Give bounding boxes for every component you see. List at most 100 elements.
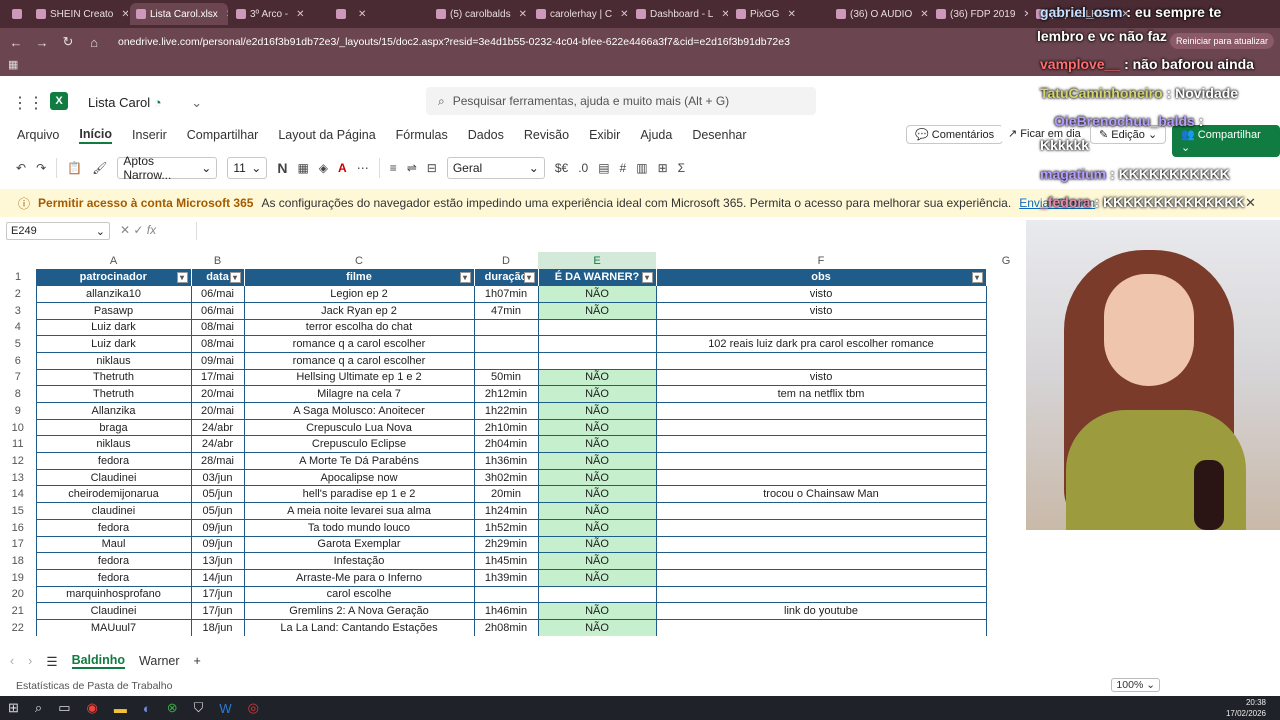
currency-icon[interactable]: $€: [555, 161, 568, 175]
wrap-text-icon[interactable]: ⇌: [407, 161, 417, 175]
table-cell[interactable]: NÃO: [538, 385, 657, 403]
empty-cell[interactable]: [986, 302, 1026, 319]
comments-button[interactable]: 💬 Comentários: [906, 125, 1004, 144]
empty-cell[interactable]: [986, 519, 1026, 536]
table-cell[interactable]: visto: [656, 302, 987, 320]
table-cell[interactable]: Claudinei: [35, 469, 192, 487]
empty-cell[interactable]: [986, 403, 1026, 420]
table-cell[interactable]: Garota Exemplar: [244, 536, 475, 554]
font-size-select[interactable]: 11 ⌄: [227, 157, 268, 179]
table-cell[interactable]: [656, 469, 987, 487]
table-cell[interactable]: [656, 319, 987, 337]
workbook-stats[interactable]: Estatísticas de Pasta de Trabalho: [16, 680, 172, 692]
table-cell[interactable]: fedora: [35, 569, 192, 587]
conditional-format-icon[interactable]: ▤: [598, 161, 609, 175]
share-button[interactable]: 👥 Compartilhar ⌄: [1172, 125, 1280, 157]
table-cell[interactable]: NÃO: [538, 536, 657, 554]
table-cell[interactable]: 2h08min: [474, 619, 539, 636]
empty-cell[interactable]: [986, 503, 1026, 520]
row-number[interactable]: 20: [0, 586, 36, 603]
filter-dropdown-icon[interactable]: ▾: [176, 272, 188, 283]
table-cell[interactable]: NÃO: [538, 435, 657, 454]
browser-tab[interactable]: carolerhay | C ✕: [530, 3, 628, 25]
bold-icon[interactable]: N: [277, 160, 287, 176]
close-tab-icon[interactable]: ✕: [787, 9, 795, 20]
filter-dropdown-icon[interactable]: ▾: [229, 272, 241, 283]
row-number[interactable]: 11: [0, 435, 36, 453]
prev-sheet-icon[interactable]: ‹: [10, 654, 14, 668]
browser-tab[interactable]: (5) carolbalds ✕: [430, 3, 528, 25]
row-number[interactable]: 14: [0, 485, 36, 503]
browser-tab[interactable]: SHEIN Creato ✕: [30, 3, 128, 25]
empty-cell[interactable]: [986, 286, 1026, 303]
ribbon-tab[interactable]: Ajuda: [640, 128, 672, 142]
apps-grid-icon[interactable]: ▦: [8, 58, 18, 71]
chevron-down-icon[interactable]: ⌄: [191, 95, 202, 110]
table-cell[interactable]: 1h24min: [474, 502, 539, 520]
table-cell[interactable]: claudinei: [35, 502, 192, 520]
close-tab-icon[interactable]: ✕: [226, 9, 228, 20]
row-number[interactable]: 3: [0, 302, 36, 320]
empty-cell[interactable]: [986, 369, 1026, 386]
table-cell[interactable]: 2h29min: [474, 536, 539, 554]
table-cell[interactable]: allanzika10: [35, 285, 192, 303]
column-header[interactable]: C: [244, 252, 474, 269]
empty-cell[interactable]: [986, 386, 1026, 403]
table-cell[interactable]: Maul: [35, 536, 192, 554]
empty-cell[interactable]: [986, 319, 1026, 336]
table-cell[interactable]: [656, 419, 987, 437]
table-cell[interactable]: 13/jun: [191, 552, 245, 570]
table-cell[interactable]: MAUuul7: [35, 619, 192, 636]
home-icon[interactable]: ⌂: [86, 35, 102, 50]
table-cell[interactable]: carol escolhe: [244, 586, 475, 604]
word-icon[interactable]: W: [219, 701, 231, 716]
table-cell[interactable]: 05/jun: [191, 485, 245, 504]
ribbon-tab[interactable]: Arquivo: [17, 128, 59, 142]
table-cell[interactable]: A meia noite levarei sua alma: [244, 502, 475, 520]
table-cell[interactable]: NÃO: [538, 369, 657, 387]
table-cell[interactable]: NÃO: [538, 469, 657, 487]
sum-icon[interactable]: Σ: [678, 161, 685, 175]
table-cell[interactable]: Crepusculo Eclipse: [244, 435, 475, 454]
table-cell[interactable]: [474, 352, 539, 370]
table-cell[interactable]: Crepusculo Lua Nova: [244, 419, 475, 437]
browser-tab[interactable]: Dashboard - L ✕: [630, 3, 728, 25]
row-number[interactable]: 17: [0, 536, 36, 553]
empty-cell[interactable]: [986, 436, 1026, 453]
table-cell[interactable]: Luiz dark: [35, 335, 192, 353]
row-number[interactable]: 13: [0, 469, 36, 486]
table-cell[interactable]: 20min: [474, 485, 539, 504]
table-cell[interactable]: niklaus: [35, 435, 192, 454]
table-cell[interactable]: [656, 452, 987, 470]
table-cell[interactable]: Legion ep 2: [244, 285, 475, 303]
table-cell[interactable]: fedora: [35, 452, 192, 470]
table-cell[interactable]: 06/mai: [191, 285, 245, 303]
table-cell[interactable]: 1h45min: [474, 552, 539, 570]
merge-icon[interactable]: ⊟: [427, 161, 437, 175]
table-cell[interactable]: Thetruth: [35, 385, 192, 403]
table-cell[interactable]: 17/mai: [191, 369, 245, 387]
column-header[interactable]: F: [656, 252, 986, 269]
chrome-icon[interactable]: ◉: [86, 700, 97, 716]
table-cell[interactable]: 20/mai: [191, 402, 245, 420]
ribbon-tab[interactable]: Fórmulas: [396, 128, 448, 142]
table-cell[interactable]: 18/jun: [191, 619, 245, 636]
table-cell[interactable]: [538, 352, 657, 370]
table-cell[interactable]: NÃO: [538, 552, 657, 570]
reload-icon[interactable]: ↻: [60, 34, 76, 50]
ribbon-tab[interactable]: Compartilhar: [187, 128, 259, 142]
column-header[interactable]: D: [474, 252, 538, 269]
table-cell[interactable]: [656, 586, 987, 604]
borders-icon[interactable]: ▦: [297, 161, 308, 175]
table-cell[interactable]: Infestação: [244, 552, 475, 570]
browser-tab[interactable]: ✕: [330, 3, 428, 25]
fill-color-icon[interactable]: ◈: [319, 161, 328, 175]
table-cell[interactable]: [656, 352, 987, 370]
name-box[interactable]: E249 ⌄: [6, 222, 110, 240]
table-cell[interactable]: 17/jun: [191, 602, 245, 620]
ribbon-tab[interactable]: Desenhar: [692, 128, 746, 142]
empty-cell[interactable]: [986, 586, 1026, 603]
column-header[interactable]: B: [191, 252, 244, 269]
align-icon[interactable]: ≡: [390, 161, 397, 175]
table-cell[interactable]: Jack Ryan ep 2: [244, 302, 475, 320]
